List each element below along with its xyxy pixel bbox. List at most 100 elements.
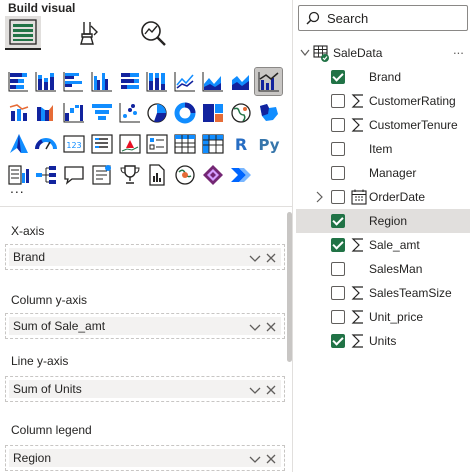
x-axis-field-pill[interactable]: Brand — [9, 248, 281, 266]
x-axis-well[interactable]: Brand — [5, 244, 285, 270]
field-checkbox[interactable] — [331, 142, 345, 156]
field-item-region[interactable]: Region — [296, 209, 470, 233]
column-legend-field-pill[interactable]: Region — [9, 449, 281, 467]
viz-area-chart[interactable] — [200, 68, 227, 95]
viz-paginated-report[interactable] — [144, 161, 171, 188]
viz-kpi[interactable] — [116, 130, 143, 157]
table-name: SaleData — [333, 46, 383, 60]
column-y-axis-field-value: Sum of Sale_amt — [13, 319, 106, 333]
viz-slicer[interactable] — [144, 130, 171, 157]
field-item-item[interactable]: Item — [296, 137, 470, 161]
field-item-customerrating[interactable]: CustomerRating — [296, 89, 470, 113]
field-item-unit_price[interactable]: Unit_price — [296, 305, 470, 329]
close-icon[interactable] — [265, 384, 277, 396]
table-item-saledata[interactable]: SaleData ... — [296, 42, 474, 64]
viz-card[interactable]: 123 — [61, 130, 88, 157]
field-item-salesman[interactable]: SalesMan — [296, 257, 470, 281]
field-item-manager[interactable]: Manager — [296, 161, 470, 185]
field-checkbox[interactable] — [331, 334, 345, 348]
line-and-stacked-column-chart-icon — [9, 103, 28, 121]
close-icon[interactable] — [265, 252, 277, 264]
close-icon[interactable] — [265, 453, 277, 465]
line-chart-icon — [174, 71, 196, 91]
more-options-button[interactable]: ... — [453, 42, 464, 57]
viz-decomposition-tree[interactable] — [33, 161, 60, 188]
viz-qa[interactable] — [61, 161, 88, 188]
viz-donut-chart[interactable] — [172, 99, 199, 126]
viz-power-automate[interactable] — [227, 161, 254, 188]
field-item-units[interactable]: Units — [296, 329, 470, 353]
field-checkbox[interactable] — [331, 190, 345, 204]
field-name: Region — [369, 214, 408, 228]
field-name: Manager — [369, 166, 417, 180]
chevron-right-icon[interactable] — [316, 191, 324, 203]
chevron-down-icon[interactable] — [249, 252, 261, 264]
viz-clustered-column-chart[interactable] — [88, 68, 115, 95]
field-checkbox[interactable] — [331, 70, 345, 84]
card-icon: 123 — [63, 134, 85, 153]
viz-treemap[interactable] — [200, 99, 227, 126]
field-checkbox[interactable] — [331, 310, 345, 324]
chevron-down-icon[interactable] — [300, 49, 310, 57]
column-y-axis-field-pill[interactable]: Sum of Sale_amt — [9, 317, 281, 335]
chevron-down-icon[interactable] — [249, 321, 261, 333]
viz-table[interactable] — [172, 130, 199, 157]
viz-stacked-bar-chart[interactable] — [5, 68, 32, 95]
line-y-axis-field-pill[interactable]: Sum of Units — [9, 380, 281, 398]
viz-pie-chart[interactable] — [144, 99, 171, 126]
viz-filled-map[interactable] — [255, 99, 282, 126]
field-checkbox[interactable] — [331, 262, 345, 276]
viz-line-chart[interactable] — [172, 68, 199, 95]
viz-map[interactable] — [227, 99, 254, 126]
tab-build-visual[interactable] — [5, 16, 41, 50]
viz-waterfall-chart[interactable] — [61, 99, 88, 126]
viz-metrics[interactable] — [116, 161, 143, 188]
viz-azure-map[interactable] — [5, 130, 32, 157]
close-icon[interactable] — [265, 321, 277, 333]
viz-clustered-bar-chart[interactable] — [61, 68, 88, 95]
pane-divider[interactable] — [292, 0, 293, 472]
viz-100-stacked-bar-chart[interactable] — [116, 68, 143, 95]
more-visuals-button[interactable]: ... — [10, 180, 25, 196]
viz-stacked-area-chart[interactable] — [227, 68, 254, 95]
viz-python-visual[interactable]: Py — [255, 130, 282, 157]
viz-line-and-stacked-column-chart[interactable] — [5, 99, 32, 126]
line-y-axis-well[interactable]: Sum of Units — [5, 376, 285, 402]
field-checkbox[interactable] — [331, 238, 345, 252]
chevron-down-icon[interactable] — [249, 384, 261, 396]
search-input[interactable]: Search — [327, 11, 368, 26]
viz-gauge[interactable] — [33, 130, 60, 157]
viz-funnel-chart[interactable] — [88, 99, 115, 126]
field-item-brand[interactable]: Brand — [296, 65, 470, 89]
field-item-salesteamsize[interactable]: SalesTeamSize — [296, 281, 470, 305]
viz-line-and-clustered-column-chart[interactable] — [254, 67, 284, 96]
viz-matrix[interactable] — [200, 130, 227, 157]
filled-map-icon — [259, 103, 278, 121]
viz-arcgis-map[interactable] — [172, 161, 199, 188]
viz-ribbon-chart[interactable] — [33, 99, 60, 126]
viz-power-apps[interactable] — [200, 161, 227, 188]
field-checkbox[interactable] — [331, 214, 345, 228]
x-axis-field-value: Brand — [13, 250, 46, 264]
field-checkbox[interactable] — [331, 166, 345, 180]
search-box[interactable]: Search — [298, 5, 468, 31]
viz-smart-narrative[interactable] — [88, 161, 115, 188]
column-y-axis-well[interactable]: Sum of Sale_amt — [5, 313, 285, 339]
field-item-sale_amt[interactable]: Sale_amt — [296, 233, 470, 257]
viz-stacked-column-chart[interactable] — [33, 68, 60, 95]
field-item-orderdate[interactable]: OrderDate — [296, 185, 470, 209]
tab-format-visual[interactable] — [69, 16, 105, 50]
viz-100-stacked-column-chart[interactable] — [144, 68, 171, 95]
field-checkbox[interactable] — [331, 286, 345, 300]
chevron-down-icon[interactable] — [249, 453, 261, 465]
field-checkbox[interactable] — [331, 94, 345, 108]
viz-scatter-chart[interactable] — [116, 99, 143, 126]
analytics-magnifier-icon — [141, 21, 166, 46]
viz-multi-row-card[interactable] — [88, 130, 115, 157]
field-item-customertenure[interactable]: CustomerTenure — [296, 113, 470, 137]
column-legend-well[interactable]: Region — [5, 445, 285, 471]
tab-analytics[interactable] — [135, 16, 171, 50]
viz-r-script-visual[interactable]: R — [227, 130, 254, 157]
field-checkbox[interactable] — [331, 118, 345, 132]
sigma-icon — [351, 94, 363, 108]
